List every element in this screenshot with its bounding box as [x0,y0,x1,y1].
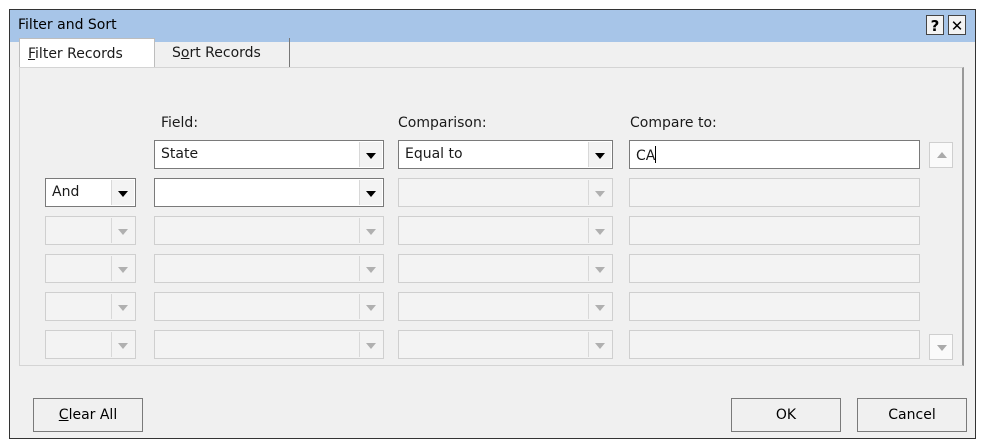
compare-to-input-3 [629,216,920,245]
scroll-down-icon[interactable] [929,334,953,360]
chevron-down-icon [359,294,382,319]
comparison-select-5 [398,292,613,321]
comparison-value-1: Equal to [405,146,463,162]
text-cursor [655,146,657,163]
chevron-down-icon [111,256,134,281]
chevron-down-icon [111,294,134,319]
connector-select-4 [45,254,136,283]
comparison-select-2 [398,178,613,207]
help-icon[interactable]: ? [926,15,944,35]
clear-all-label: lear All [68,407,118,423]
tab-sort-label-start: S [172,45,181,61]
comparison-select-4 [398,254,613,283]
compare-to-input-2 [629,178,920,207]
scroll-up-icon[interactable] [929,142,953,168]
chevron-down-icon[interactable] [111,180,134,205]
compare-to-value-1: CA [636,146,657,164]
comparison-select-6 [398,330,613,359]
tab-filter-label: ilter Records [35,46,123,62]
compare-to-input-4 [629,254,920,283]
connector-value-2: And [52,184,80,200]
comparison-select-1[interactable]: Equal to [398,140,613,169]
cancel-button[interactable]: Cancel [857,398,967,432]
compare-to-text-1: CA [636,148,656,164]
chevron-down-icon [111,332,134,357]
dialog-title: Filter and Sort [18,17,117,33]
compare-to-input-1[interactable]: CA [629,140,920,169]
chevron-down-icon[interactable] [359,180,382,205]
chevron-down-icon [588,218,611,243]
comparison-column-label: Comparison: [398,115,487,131]
chevron-down-icon[interactable] [359,142,382,167]
chevron-down-icon [359,332,382,357]
compare-to-column-label: Compare to: [630,115,717,131]
tab-filter-mnemonic: F [28,46,36,62]
criteria-scrollbar[interactable] [929,142,953,362]
tab-sort-label: rt Records [189,45,261,61]
field-select-3 [154,216,384,245]
field-select-5 [154,292,384,321]
compare-to-input-6 [629,330,920,359]
tab-sort-records[interactable]: Sort Records [164,38,290,68]
comparison-select-3 [398,216,613,245]
close-icon[interactable]: ✕ [948,15,966,35]
chevron-down-icon [111,218,134,243]
compare-to-input-5 [629,292,920,321]
chevron-down-icon [588,256,611,281]
chevron-down-icon [588,332,611,357]
chevron-down-icon[interactable] [588,142,611,167]
chevron-down-icon [359,218,382,243]
ok-button[interactable]: OK [731,398,841,432]
field-value-1: State [161,146,199,162]
chevron-down-icon [588,294,611,319]
connector-select-6 [45,330,136,359]
field-column-label: Field: [161,115,199,131]
field-select-1[interactable]: State [154,140,384,169]
connector-select-5 [45,292,136,321]
connector-select-3 [45,216,136,245]
field-select-2[interactable] [154,178,384,207]
chevron-down-icon [588,180,611,205]
tab-filter-records[interactable]: Filter Records [19,38,155,68]
clear-all-mnemonic: C [58,407,69,423]
chevron-down-icon [359,256,382,281]
connector-select-2[interactable]: And [45,178,136,207]
field-select-6 [154,330,384,359]
field-select-4 [154,254,384,283]
clear-all-button[interactable]: Clear All [33,398,143,432]
